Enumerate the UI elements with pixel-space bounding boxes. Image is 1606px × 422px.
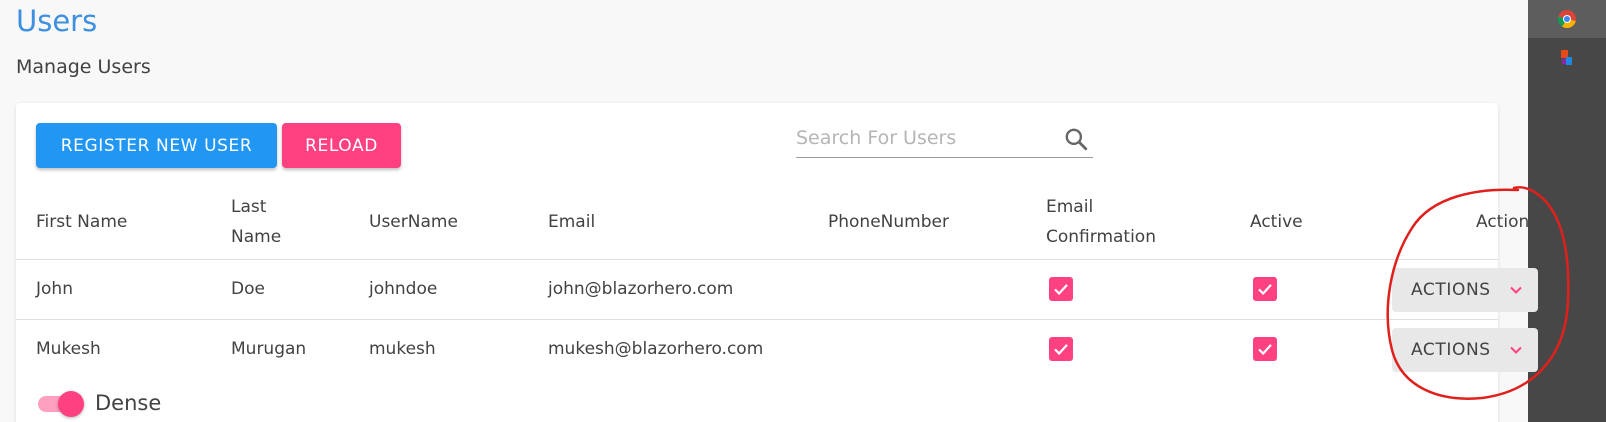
search-input[interactable] bbox=[796, 124, 1051, 152]
active-checkbox[interactable] bbox=[1253, 277, 1277, 301]
email-confirmed-checkbox[interactable] bbox=[1049, 337, 1073, 361]
app-icon[interactable] bbox=[1557, 48, 1577, 68]
checkbox-checked-icon bbox=[1054, 284, 1068, 296]
checkbox-checked-icon bbox=[1258, 344, 1272, 356]
header-email-confirmation-line1[interactable]: Email bbox=[1046, 192, 1093, 222]
chevron-down-icon[interactable] bbox=[1508, 342, 1524, 358]
page-title: Users bbox=[16, 4, 98, 38]
header-email-confirmation-line2[interactable]: Confirmation bbox=[1046, 222, 1156, 252]
active-checkbox[interactable] bbox=[1253, 337, 1277, 361]
checkbox-checked-icon bbox=[1054, 344, 1068, 356]
cell-email: mukesh@blazorhero.com bbox=[548, 339, 764, 359]
dense-toggle[interactable] bbox=[36, 391, 84, 417]
cell-username: johndoe bbox=[369, 279, 438, 299]
actions-label: ACTIONS bbox=[1411, 340, 1491, 360]
header-username[interactable]: UserName bbox=[369, 207, 458, 237]
toggle-thumb bbox=[58, 391, 84, 417]
cell-first-name: John bbox=[36, 279, 73, 299]
cell-email: john@blazorhero.com bbox=[548, 279, 734, 299]
cell-last-name: Murugan bbox=[231, 339, 307, 359]
search-icon[interactable] bbox=[1063, 126, 1089, 152]
actions-label: ACTIONS bbox=[1411, 280, 1491, 300]
email-confirmed-checkbox[interactable] bbox=[1049, 277, 1073, 301]
header-last-name-line2[interactable]: Name bbox=[231, 222, 281, 252]
header-actions: Actions bbox=[1476, 212, 1528, 232]
header-divider bbox=[16, 259, 1498, 260]
dense-toggle-label: Dense bbox=[95, 391, 162, 415]
checkbox-checked-icon bbox=[1258, 284, 1272, 296]
header-last-name-line1[interactable]: Last bbox=[231, 192, 266, 222]
header-active[interactable]: Active bbox=[1250, 207, 1303, 237]
taskbar bbox=[1528, 0, 1606, 422]
row-divider bbox=[16, 319, 1498, 320]
register-new-user-button[interactable]: REGISTER NEW USER bbox=[36, 123, 277, 168]
chrome-icon[interactable] bbox=[1557, 9, 1577, 29]
cell-username: mukesh bbox=[369, 339, 436, 359]
cell-last-name: Doe bbox=[231, 279, 265, 299]
header-phone[interactable]: PhoneNumber bbox=[828, 207, 949, 237]
header-first-name[interactable]: First Name bbox=[36, 207, 127, 237]
search-field[interactable] bbox=[796, 120, 1093, 158]
page-subtitle: Manage Users bbox=[16, 56, 151, 78]
reload-button[interactable]: RELOAD bbox=[282, 123, 401, 168]
chevron-down-icon[interactable] bbox=[1508, 282, 1524, 298]
header-email[interactable]: Email bbox=[548, 207, 595, 237]
cell-first-name: Mukesh bbox=[36, 339, 101, 359]
